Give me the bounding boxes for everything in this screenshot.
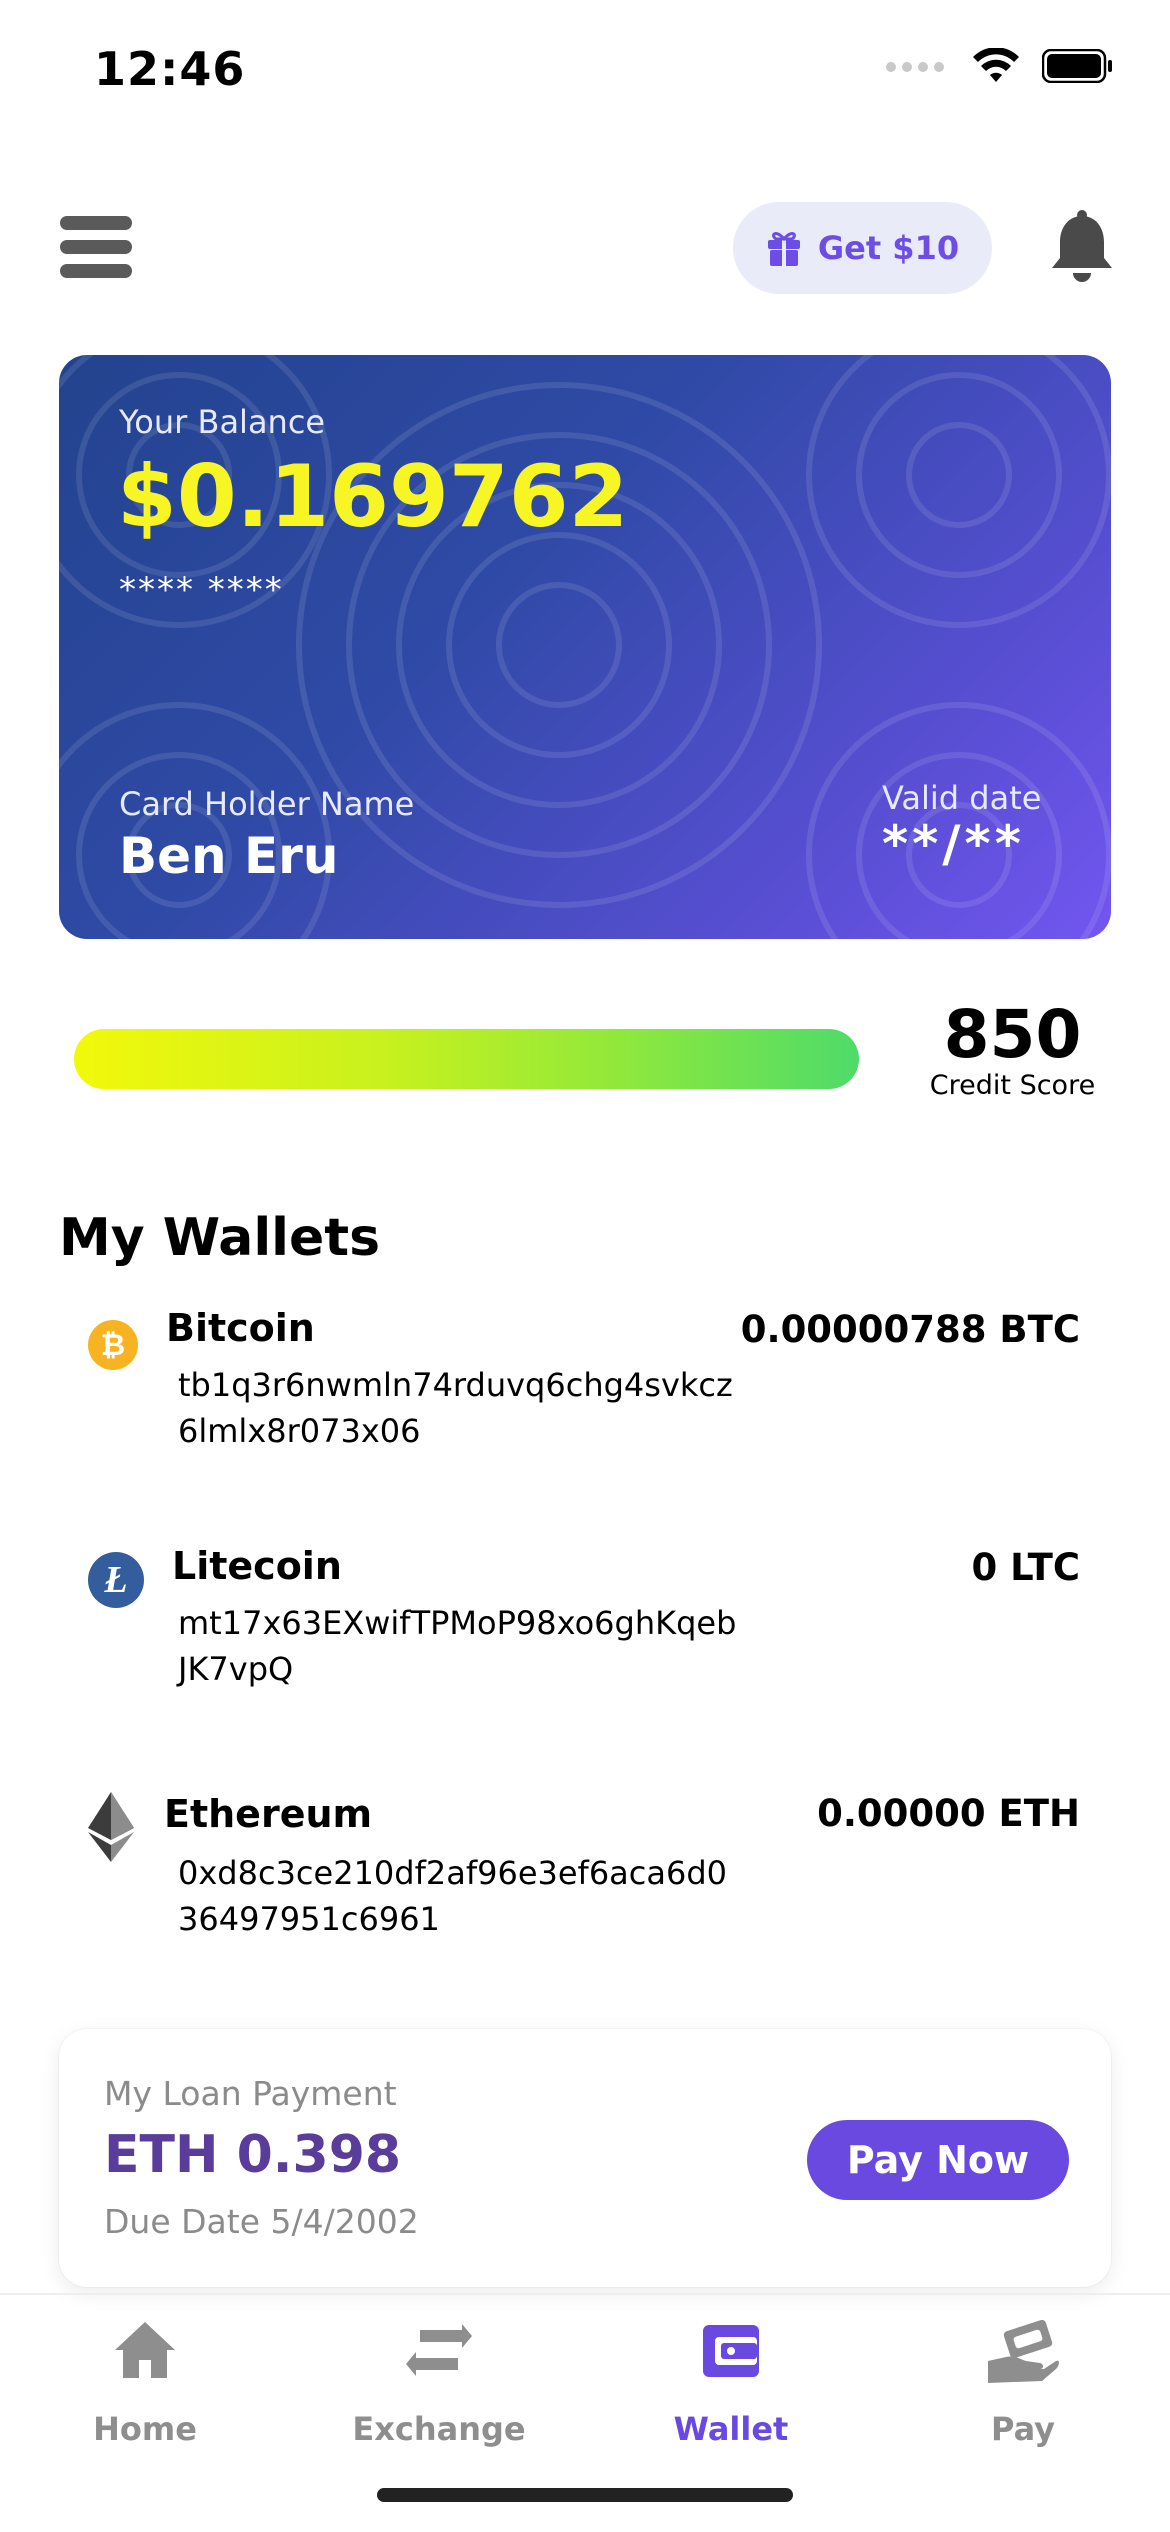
status-time: 12:46 — [94, 42, 246, 96]
wallet-address: tb1q3r6nwmln74rduvq6chg4svkcz6lmlx8r073x… — [178, 1366, 733, 1450]
credit-score-value: 850 — [943, 996, 1082, 1073]
menu-icon[interactable] — [60, 216, 132, 278]
bitcoin-icon: ₿ — [88, 1320, 138, 1370]
ethereum-icon — [88, 1792, 134, 1862]
bell-icon[interactable] — [1046, 210, 1118, 286]
nav-home[interactable]: Home — [45, 2310, 245, 2448]
wallet-amount: 0 LTC — [971, 1546, 1080, 1589]
credit-score-bar — [74, 1029, 859, 1089]
home-icon — [115, 2322, 175, 2378]
valid-date-label: Valid date — [882, 779, 1042, 817]
wallet-name: Bitcoin — [166, 1306, 315, 1350]
gift-icon — [767, 232, 800, 266]
nav-label: Wallet — [673, 2410, 789, 2448]
loan-label: My Loan Payment — [104, 2074, 397, 2113]
pay-icon — [988, 2319, 1059, 2383]
wallet-item-ethereum[interactable]: Ethereum 0xd8c3ce210df2af96e3ef6aca6d036… — [0, 1782, 1170, 1942]
wallet-amount: 0.00000788 BTC — [740, 1308, 1080, 1351]
balance-card[interactable]: Your Balance $0.169762 **** **** Card Ho… — [59, 355, 1111, 939]
valid-date-value: **/** — [882, 815, 1025, 873]
my-wallets-title: My Wallets — [59, 1208, 381, 1268]
wallet-amount: 0.00000 ETH — [817, 1792, 1080, 1835]
balance-label: Your Balance — [119, 403, 326, 441]
pay-now-button[interactable]: Pay Now — [807, 2120, 1069, 2200]
loan-due-date: Due Date 5/4/2002 — [104, 2202, 419, 2241]
balance-amount: $0.169762 — [117, 447, 629, 547]
wallet-name: Litecoin — [172, 1544, 342, 1588]
nav-label: Exchange — [352, 2410, 526, 2448]
nav-wallet[interactable]: Wallet — [631, 2310, 831, 2448]
get-reward-button[interactable]: Get $10 — [733, 202, 992, 294]
wallet-address: 0xd8c3ce210df2af96e3ef6aca6d036497951c69… — [178, 1854, 728, 1938]
promo-label: Get $10 — [817, 229, 960, 267]
status-icons — [886, 48, 1114, 84]
holder-name: Ben Eru — [119, 827, 339, 885]
holder-label: Card Holder Name — [119, 785, 415, 823]
exchange-icon — [406, 2324, 472, 2376]
litecoin-icon: Ł — [88, 1552, 144, 1608]
nav-exchange[interactable]: Exchange — [339, 2310, 539, 2448]
loan-amount: ETH 0.398 — [104, 2125, 402, 2185]
home-indicator — [377, 2488, 793, 2502]
wifi-icon — [973, 48, 1019, 82]
nav-label: Home — [93, 2410, 197, 2448]
credit-score-label: Credit Score — [929, 1070, 1096, 1101]
wallet-address: mt17x63EXwifTPMoP98xo6ghKqebJK7vpQ — [178, 1604, 737, 1688]
wallet-item-litecoin[interactable]: Ł Litecoin mt17x63EXwifTPMoP98xo6ghKqebJ… — [0, 1538, 1170, 1698]
nav-divider — [0, 2293, 1170, 2295]
nav-label: Pay — [990, 2410, 1056, 2448]
nav-pay[interactable]: Pay — [923, 2310, 1123, 2448]
battery-icon — [1042, 49, 1112, 83]
masked-card-number: **** **** — [119, 570, 284, 610]
wallet-icon — [703, 2325, 759, 2377]
signal-icon — [886, 57, 950, 76]
wallet-item-bitcoin[interactable]: ₿ Bitcoin tb1q3r6nwmln74rduvq6chg4svkcz6… — [0, 1300, 1170, 1460]
wallet-name: Ethereum — [164, 1792, 373, 1836]
